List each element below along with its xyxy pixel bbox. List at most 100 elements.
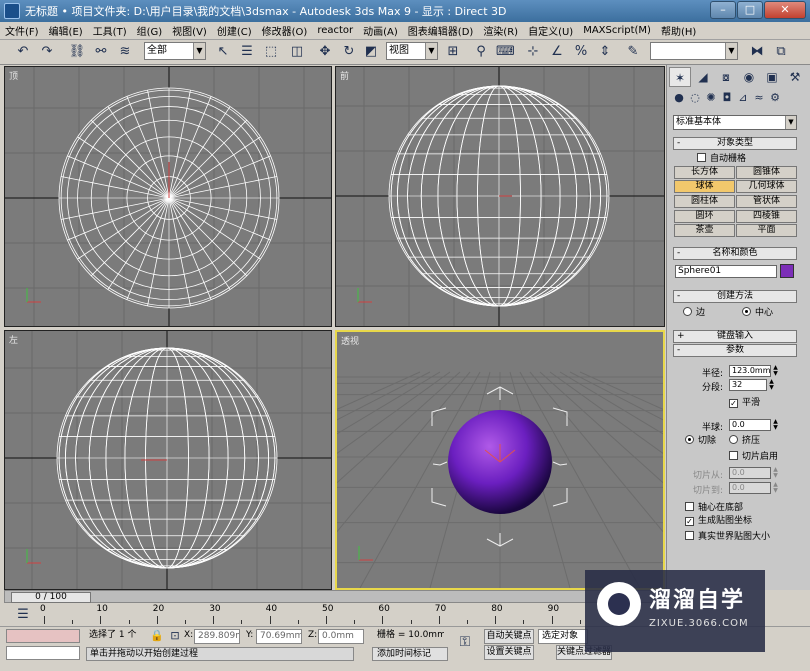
minimize-button[interactable]: – <box>710 1 736 19</box>
menu-help[interactable]: 帮助(H) <box>656 23 701 38</box>
viewport-top[interactable]: 顶 <box>4 66 332 327</box>
rollout-parameters[interactable]: - 参数 <box>673 344 797 357</box>
time-slider-track[interactable]: 0 / 100 <box>4 590 666 603</box>
z-coordinate-field[interactable]: 0.0mm <box>318 629 364 644</box>
hierarchy-tab-icon[interactable]: ⧇ <box>715 67 737 87</box>
unlink-icon[interactable]: ⚯ <box>92 43 110 61</box>
menu-animation[interactable]: 动画(A) <box>358 23 403 38</box>
slice-to-spinner[interactable]: 0.0 ▲ ▼ <box>729 482 778 494</box>
rotate-icon[interactable]: ↻ <box>340 43 358 61</box>
tube-button[interactable]: 管状体 <box>736 195 797 208</box>
cylinder-button[interactable]: 圆柱体 <box>674 195 735 208</box>
shapes-icon[interactable]: ◌ <box>687 91 703 109</box>
menu-reactor[interactable]: reactor <box>312 25 358 36</box>
auto-key-button[interactable]: 自动关键点 <box>484 629 534 644</box>
base-to-pivot-checkbox[interactable]: 轴心在底部 <box>685 502 743 514</box>
maxscript-input-mini[interactable] <box>6 646 80 660</box>
space-warps-icon[interactable]: ≈ <box>751 91 767 109</box>
viewport-front[interactable]: 前 <box>335 66 665 327</box>
selection-filter-dropdown[interactable]: 全部 ▼ <box>144 42 206 60</box>
spinner-arrows-icon[interactable]: ▲ ▼ <box>771 482 780 494</box>
spinner-arrows-icon[interactable]: ▲ ▼ <box>767 379 776 391</box>
add-time-tag-button[interactable]: 添加时间标记 <box>372 647 448 661</box>
pyramid-button[interactable]: 四棱锥 <box>736 210 797 223</box>
squash-radio[interactable]: 挤压 <box>729 435 760 447</box>
viewport-label-top[interactable]: 顶 <box>9 69 18 82</box>
close-button[interactable]: ✕ <box>764 1 806 19</box>
y-coordinate-field[interactable]: 70.69mm <box>256 629 302 644</box>
helpers-icon[interactable]: ⊿ <box>735 91 751 109</box>
maximize-button[interactable]: □ <box>737 1 763 19</box>
window-crossing-icon[interactable]: ◫ <box>288 43 306 61</box>
menu-tools[interactable]: 工具(T) <box>88 23 132 38</box>
key-icon[interactable]: ⚿ <box>456 633 474 651</box>
redo-icon[interactable]: ↷ <box>38 43 56 61</box>
rect-selection-icon[interactable]: ⬚ <box>262 43 280 61</box>
chop-radio[interactable]: 切除 <box>685 435 716 447</box>
reference-coord-dropdown[interactable]: 视图 ▼ <box>386 42 438 60</box>
viewport-perspective[interactable]: 透视 <box>335 330 665 590</box>
object-color-swatch[interactable] <box>780 264 794 278</box>
slice-on-checkbox[interactable]: 切片启用 <box>729 451 778 463</box>
viewport-left[interactable]: 左 <box>4 330 332 590</box>
menu-graph-editors[interactable]: 图表编辑器(D) <box>403 23 479 38</box>
named-selection-dropdown[interactable]: ▼ <box>650 42 738 60</box>
category-dropdown[interactable]: 标准基本体 ▼ <box>673 115 797 130</box>
motion-tab-icon[interactable]: ◉ <box>738 67 760 87</box>
systems-icon[interactable]: ⚙ <box>767 91 783 109</box>
select-by-name-icon[interactable]: ☰ <box>238 43 256 61</box>
menu-views[interactable]: 视图(V) <box>167 23 212 38</box>
link-icon[interactable]: ⛓ <box>68 43 86 61</box>
torus-button[interactable]: 圆环 <box>674 210 735 223</box>
center-radio[interactable]: 中心 <box>742 307 773 319</box>
selected-object-dropdown[interactable]: 选定对象 <box>538 629 588 644</box>
segments-spinner[interactable]: 32 ▲ ▼ <box>729 379 774 391</box>
geometry-icon[interactable]: ● <box>671 91 687 109</box>
create-tab-icon[interactable]: ✶ <box>669 67 691 87</box>
menu-customize[interactable]: 自定义(U) <box>523 23 578 38</box>
viewport-label-front[interactable]: 前 <box>340 69 349 82</box>
cone-button[interactable]: 圆锥体 <box>736 166 797 179</box>
menu-rendering[interactable]: 渲染(R) <box>478 23 523 38</box>
spinner-arrows-icon[interactable]: ▲ ▼ <box>771 365 780 377</box>
generate-mapping-checkbox[interactable]: ✓ 生成贴图坐标 <box>685 516 752 527</box>
display-tab-icon[interactable]: ▣ <box>761 67 783 87</box>
lock-icon[interactable]: 🔒 <box>148 627 166 645</box>
modify-tab-icon[interactable]: ◢ <box>692 67 714 87</box>
undo-icon[interactable]: ↶ <box>14 43 32 61</box>
move-icon[interactable]: ✥ <box>316 43 334 61</box>
scale-icon[interactable]: ◩ <box>362 43 380 61</box>
absolute-mode-icon[interactable]: ⊡ <box>166 627 184 645</box>
box-button[interactable]: 长方体 <box>674 166 735 179</box>
snaps-toggle-icon[interactable]: ⊹ <box>524 43 542 61</box>
viewport-label-left[interactable]: 左 <box>9 333 18 346</box>
menu-create[interactable]: 创建(C) <box>212 23 257 38</box>
maxscript-listener-mini[interactable] <box>6 629 80 643</box>
select-manipulate-icon[interactable]: ⚲ <box>472 43 490 61</box>
menu-maxscript[interactable]: MAXScript(M) <box>578 25 656 36</box>
radius-spinner[interactable]: 123.0mm ▲ ▼ <box>729 365 778 377</box>
time-slider-thumb[interactable]: 0 / 100 <box>11 592 91 603</box>
menu-group[interactable]: 组(G) <box>132 23 168 38</box>
sphere-button[interactable]: 球体 <box>674 180 735 193</box>
utilities-tab-icon[interactable]: ⚒ <box>784 67 806 87</box>
hemisphere-spinner[interactable]: 0.0 ▲ ▼ <box>729 419 778 431</box>
smooth-checkbox[interactable]: ✓ 平滑 <box>729 398 760 409</box>
rollout-creation-method[interactable]: - 创建方法 <box>673 290 797 303</box>
rollout-name-color[interactable]: - 名称和颜色 <box>673 247 797 260</box>
percent-snap-icon[interactable]: % <box>572 43 590 61</box>
object-name-field[interactable]: Sphere01 <box>675 265 777 278</box>
geosphere-button[interactable]: 几何球体 <box>736 180 797 193</box>
rollout-keyboard-entry[interactable]: + 键盘输入 <box>673 330 797 343</box>
x-coordinate-field[interactable]: 289.809mm <box>194 629 240 644</box>
spinner-arrows-icon[interactable]: ▲ ▼ <box>771 467 780 479</box>
menu-modifiers[interactable]: 修改器(O) <box>257 23 313 38</box>
select-object-icon[interactable]: ↖ <box>214 43 232 61</box>
plane-button[interactable]: 平面 <box>736 224 797 237</box>
bind-space-warp-icon[interactable]: ≋ <box>116 43 134 61</box>
real-world-map-checkbox[interactable]: 真实世界贴图大小 <box>685 531 770 543</box>
edit-named-selection-icon[interactable]: ✎ <box>624 43 642 61</box>
angle-snap-icon[interactable]: ∠ <box>548 43 566 61</box>
mirror-icon[interactable]: ⧓ <box>748 43 766 61</box>
autogrid-checkbox[interactable]: 自动栅格 <box>697 153 746 165</box>
